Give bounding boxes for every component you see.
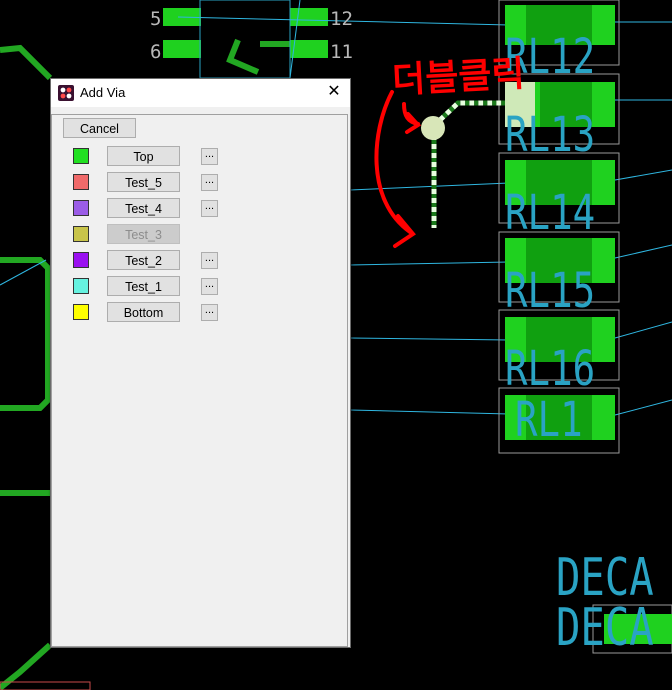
layer-color-swatch [73,148,89,164]
annotation-arrow [374,90,422,248]
pin-label-11: 11 [330,41,353,63]
close-icon[interactable]: ✕ [324,82,344,102]
pin-label-5: 5 [150,8,162,30]
cancel-button[interactable]: Cancel [63,118,136,138]
layer-color-swatch [73,200,89,216]
via-pad[interactable] [421,116,445,140]
dialog-body: Cancel Top... Test_5... Test_4... Test_3 Tes… [51,114,348,647]
layer-button-test-1[interactable]: Test_1 [107,276,180,296]
decal-label: DECA [556,598,654,658]
red-outline [0,681,91,690]
layer-options-button[interactable]: ... [201,200,218,217]
layer-options-button[interactable]: ... [201,174,218,191]
component-label: RL14 [505,185,596,241]
layer-color-swatch [73,226,89,242]
dialog-title: Add Via [80,85,126,100]
layer-button-test-2[interactable]: Test_2 [107,250,180,270]
app-icon [58,85,74,101]
pin-label-6: 6 [150,41,162,63]
layer-button-test-4[interactable]: Test_4 [107,198,180,218]
add-via-dialog: Add Via ✕ Cancel Top... Test_5... Test_4..… [50,78,351,648]
pin-label-12: 12 [330,8,353,30]
layer-options-button[interactable]: ... [201,252,218,269]
layer-color-swatch [73,174,89,190]
layer-button-test-3: Test_3 [107,224,180,244]
layer-button-bottom[interactable]: Bottom [107,302,180,322]
layer-color-swatch [73,252,89,268]
layer-button-top[interactable]: Top [107,146,180,166]
layer-options-button[interactable]: ... [201,148,218,165]
via-trace [431,100,505,228]
layer-color-swatch [73,304,89,320]
layer-options-button[interactable]: ... [201,304,218,321]
title-bar[interactable]: Add Via ✕ [51,79,350,107]
component-label: RL13 [505,107,596,163]
component-label-last: RL1 [515,392,583,448]
layer-options-button[interactable]: ... [201,278,218,295]
layer-button-test-5[interactable]: Test_5 [107,172,180,192]
annotation-text: 더블클릭 [391,53,526,102]
component-label: RL15 [505,263,596,319]
layer-color-swatch [73,278,89,294]
